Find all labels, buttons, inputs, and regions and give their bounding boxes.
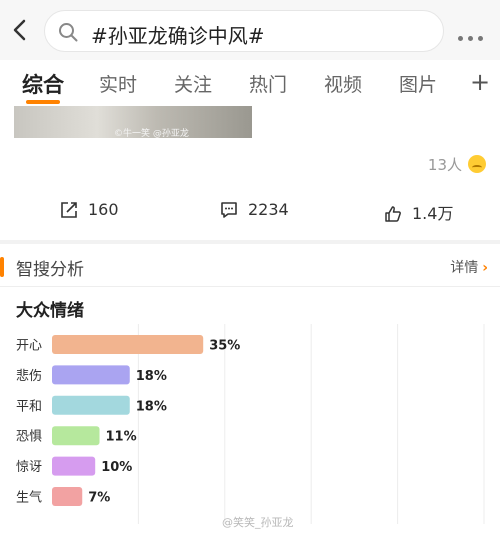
category-label: 平和 [16,399,42,414]
search-query[interactable]: #孙亚龙确诊中风# [91,20,265,49]
reaction-emoji-icon [468,155,486,173]
comment-button[interactable]: 2234 [220,200,289,219]
bar [52,335,204,354]
tab-video[interactable]: 视频 [324,70,362,97]
details-label: 详情 [450,260,479,276]
tab-following[interactable]: 关注 [174,70,212,97]
category-label: 悲伤 [16,368,42,384]
tab-general[interactable]: 综合 [22,69,64,99]
liked-by-count: 13人 [427,156,462,174]
back-icon[interactable] [8,18,32,42]
tab-hot[interactable]: 热门 [249,70,287,97]
bar [52,487,83,506]
liked-by[interactable]: 13人 [428,154,486,175]
public-sentiment-chart: 开心 35% 悲伤 18% 平和 18% 恐惧 11% 惊讶 10% 生气 7% @笑笑_孙亚龙 [16,324,485,529]
bar [52,365,130,385]
category-label: 惊讶 [16,460,42,475]
chart-title: 大众情绪 [16,301,84,321]
post-image[interactable]: ©牛一笑 @孙亚龙 [14,106,252,139]
tab-bar: 综合 实时 关注 热门 视频 图片 + [0,60,500,106]
comment-icon [221,202,237,218]
active-tab-indicator [26,100,60,104]
share-icon [61,202,77,218]
bar [52,426,100,446]
category-label: 生气 [16,490,42,506]
like-count: 1.4万 [412,204,454,223]
section-title: 智搜分析 [16,260,84,280]
section-accent-bar [0,257,4,277]
watermark-text: @笑笑_孙亚龙 [222,515,294,529]
like-button[interactable]: 1.4万 [384,200,453,224]
search-icon [59,23,78,42]
tab-images[interactable]: 图片 [399,70,437,97]
add-tab-icon[interactable]: + [470,68,490,96]
category-label: 开心 [16,339,42,354]
value-label: 7% [88,491,110,506]
thumbs-up-icon [385,206,401,222]
share-count: 160 [88,200,119,219]
post-actions: 160 2234 1.4万 [0,194,500,234]
image-watermark: ©牛一笑 @孙亚龙 [114,129,189,139]
value-label: 18% [136,399,167,414]
value-label: 10% [101,460,132,475]
smart-search-analysis-card: 智搜分析 详情 › 大众情绪 开心 35% 悲伤 18% 平和 18% 恐惧 11% 惊讶 10% 生… [0,244,500,533]
divider [0,286,500,287]
top-bar: #孙亚龙确诊中风# [0,0,500,60]
bar [52,456,96,476]
comment-count: 2234 [248,200,289,219]
chevron-right-icon: › [482,260,488,276]
more-icon[interactable] [458,26,492,41]
value-label: 35% [209,339,240,354]
share-button[interactable]: 160 [60,200,119,219]
value-label: 18% [136,369,167,384]
search-bar[interactable]: #孙亚龙确诊中风# [44,10,444,52]
tab-realtime[interactable]: 实时 [99,70,137,97]
post-card: ©牛一笑 @孙亚龙 13人 160 2234 1.4万 [0,106,500,240]
value-label: 11% [106,430,137,445]
details-link[interactable]: 详情 › [450,257,488,277]
category-label: 恐惧 [16,429,42,445]
bar [52,395,130,415]
